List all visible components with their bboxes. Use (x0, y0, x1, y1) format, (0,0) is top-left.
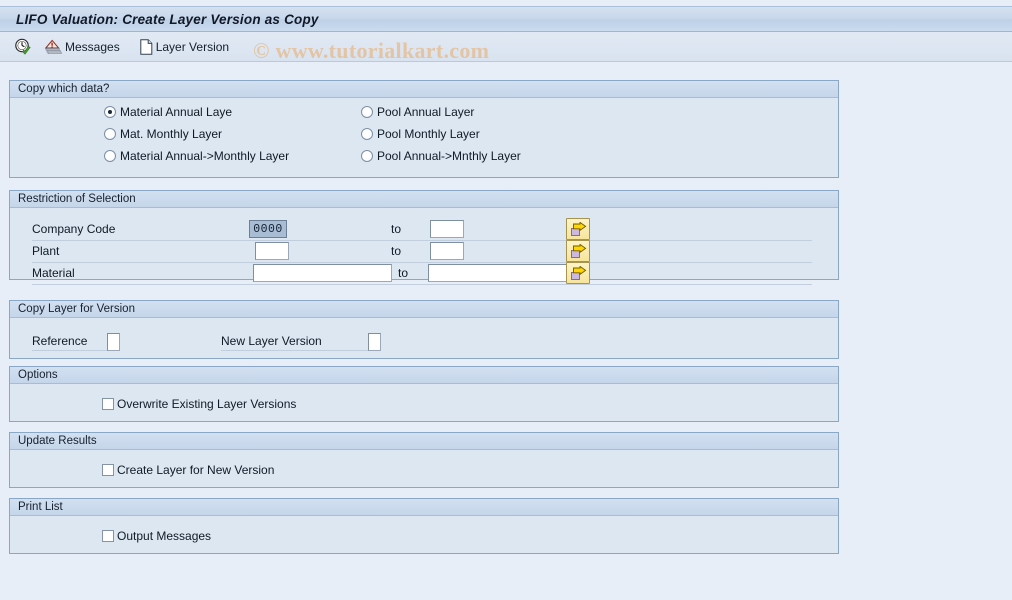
row-plant: Plant to (10, 240, 838, 263)
input-reference[interactable] (107, 333, 120, 351)
radio-pool-monthly-layer[interactable]: Pool Monthly Layer (361, 127, 480, 141)
input-material-to[interactable] (428, 264, 567, 282)
group-copy-which-data: Copy which data? Material Annual Laye Ma… (9, 80, 839, 178)
multiple-selection-arrow-icon (570, 243, 586, 258)
group-body-copy-which-data: Material Annual Laye Mat. Monthly Layer … (10, 98, 838, 178)
group-options: Options Overwrite Existing Layer Version… (9, 366, 839, 422)
multiple-selection-button-material[interactable] (566, 262, 590, 284)
group-print-list: Print List Output Messages (9, 498, 839, 554)
execute-button[interactable] (12, 36, 37, 58)
input-plant-from[interactable] (255, 242, 289, 260)
row-company-code: Company Code to (10, 218, 838, 241)
label-plant: Plant (32, 244, 60, 258)
group-restriction-of-selection: Restriction of Selection Company Code to (9, 190, 839, 285)
watermark-text: © www.tutorialkart.com (253, 38, 490, 63)
radio-indicator (361, 150, 373, 162)
messages-button[interactable]: Messages (43, 36, 126, 58)
group-body-options: Overwrite Existing Layer Versions (10, 384, 838, 422)
checkbox-overwrite-existing-layer-versions[interactable]: Overwrite Existing Layer Versions (102, 397, 296, 411)
multiple-selection-button-plant[interactable] (566, 240, 590, 262)
row-separator (32, 284, 812, 285)
group-body-restriction-of-selection: Company Code to Plant to (10, 208, 838, 285)
group-title-copy-which-data: Copy which data? (10, 81, 838, 98)
row-material: Material to (10, 262, 838, 285)
to-label: to (398, 266, 409, 280)
document-icon (140, 38, 153, 55)
execute-clock-check-icon (14, 38, 31, 55)
layer-version-button[interactable]: Layer Version (138, 36, 235, 58)
label-company-code: Company Code (32, 222, 116, 236)
group-body-copy-layer-for-version: Reference New Layer Version (10, 318, 838, 359)
group-title-print-list: Print List (10, 499, 838, 516)
window-titlebar: LIFO Valuation: Create Layer Version as … (0, 6, 1012, 32)
multiple-selection-arrow-icon (570, 265, 586, 280)
label-material: Material (32, 266, 75, 280)
checkbox-label: Output Messages (117, 529, 212, 543)
radio-label: Material Annual->Monthly Layer (120, 149, 290, 163)
messages-warning-icon (44, 39, 62, 54)
input-company-code-to[interactable] (430, 220, 464, 238)
input-new-layer-version[interactable] (368, 333, 381, 351)
to-label: to (391, 244, 402, 258)
group-title-update-results: Update Results (10, 433, 838, 450)
group-body-update-results: Create Layer for New Version (10, 450, 838, 488)
radio-material-annual-layer[interactable]: Material Annual Laye (104, 105, 232, 119)
checkbox-label: Overwrite Existing Layer Versions (117, 397, 297, 411)
multiple-selection-arrow-icon (570, 221, 586, 236)
sap-gui-window: LIFO Valuation: Create Layer Version as … (0, 0, 1012, 600)
radio-indicator (104, 150, 116, 162)
messages-label: Messages (65, 39, 120, 54)
multiple-selection-button-company-code[interactable] (566, 218, 590, 240)
layer-version-label: Layer Version (155, 39, 230, 54)
label-new-layer-version: New Layer Version (221, 334, 368, 351)
label-reference: Reference (32, 334, 107, 351)
checkbox-output-messages[interactable]: Output Messages (102, 529, 211, 543)
radio-pool-annual-layer[interactable]: Pool Annual Layer (361, 105, 474, 119)
to-label: to (391, 222, 402, 236)
field-reference: Reference (32, 333, 120, 351)
checkbox-label: Create Layer for New Version (117, 463, 275, 477)
radio-pool-annual-to-monthly-layer[interactable]: Pool Annual->Mnthly Layer (361, 149, 521, 163)
checkbox-indicator (102, 464, 114, 476)
radio-indicator (361, 128, 373, 140)
radio-label: Material Annual Laye (120, 105, 233, 119)
field-new-layer-version: New Layer Version (221, 333, 381, 351)
page-title: LIFO Valuation: Create Layer Version as … (16, 11, 319, 27)
radio-label: Mat. Monthly Layer (120, 127, 223, 141)
radio-mat-monthly-layer[interactable]: Mat. Monthly Layer (104, 127, 222, 141)
radio-indicator (361, 106, 373, 118)
radio-material-annual-to-monthly-layer[interactable]: Material Annual->Monthly Layer (104, 149, 289, 163)
group-title-options: Options (10, 367, 838, 384)
input-plant-to[interactable] (430, 242, 464, 260)
radio-label: Pool Annual Layer (377, 105, 475, 119)
radio-indicator (104, 106, 116, 118)
checkbox-create-layer-for-new-version[interactable]: Create Layer for New Version (102, 463, 274, 477)
group-copy-layer-for-version: Copy Layer for Version Reference New Lay… (9, 300, 839, 359)
group-title-copy-layer-for-version: Copy Layer for Version (10, 301, 838, 318)
input-company-code-from[interactable] (249, 220, 287, 238)
group-body-print-list: Output Messages (10, 516, 838, 554)
checkbox-indicator (102, 530, 114, 542)
application-toolbar: Messages Layer Version (0, 32, 1012, 62)
radio-indicator (104, 128, 116, 140)
input-material-from[interactable] (253, 264, 392, 282)
radio-label: Pool Annual->Mnthly Layer (377, 149, 521, 163)
group-update-results: Update Results Create Layer for New Vers… (9, 432, 839, 488)
radio-label: Pool Monthly Layer (377, 127, 480, 141)
checkbox-indicator (102, 398, 114, 410)
group-title-restriction-of-selection: Restriction of Selection (10, 191, 838, 208)
